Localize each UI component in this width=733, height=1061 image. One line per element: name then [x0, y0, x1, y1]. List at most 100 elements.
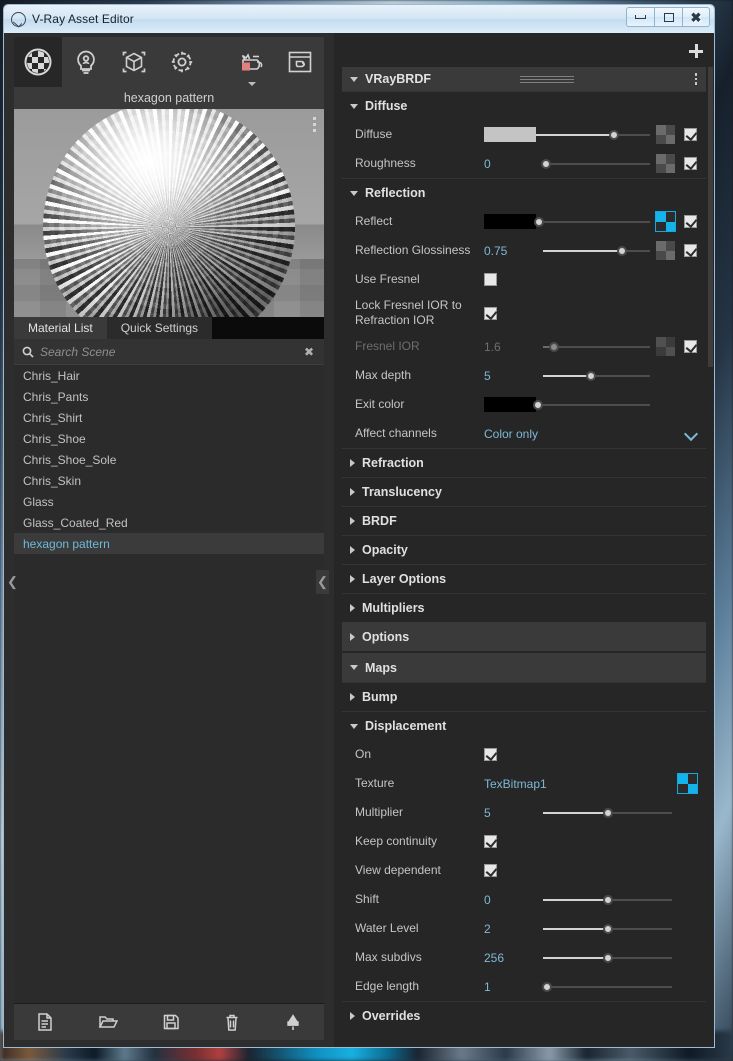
texture-slot-reflect[interactable] — [655, 211, 676, 232]
chevron-right-icon[interactable] — [350, 575, 355, 583]
scrollbar-thumb[interactable] — [708, 67, 713, 367]
brdf-header[interactable]: VRayBRDF — [342, 67, 706, 91]
chevron-down-icon[interactable] — [350, 76, 358, 82]
toolbar-item-settings[interactable] — [158, 37, 206, 87]
enable-checkbox-roughness[interactable] — [684, 157, 697, 170]
enable-checkbox-fresnel-ior[interactable] — [684, 340, 697, 353]
texture-slot-reflection-glossiness[interactable] — [656, 241, 675, 260]
chevron-left-icon-divider[interactable]: ❮ — [316, 570, 329, 594]
slider-water-level[interactable] — [543, 922, 672, 936]
list-item[interactable]: Chris_Hair — [14, 365, 324, 386]
slider-roughness[interactable] — [541, 157, 650, 171]
property-value[interactable]: 0 — [484, 893, 543, 907]
texture-link[interactable]: TexBitmap1 — [484, 777, 547, 791]
chevron-right-icon[interactable] — [350, 604, 355, 612]
enable-checkbox-reflection-glossiness[interactable] — [684, 244, 697, 257]
trash-icon[interactable] — [224, 1013, 240, 1032]
slider-max-subdivs[interactable] — [543, 951, 672, 965]
list-item[interactable]: Chris_Shirt — [14, 407, 324, 428]
chevron-down-icon-affect-channels[interactable] — [685, 428, 697, 440]
checkbox-view-dependent[interactable] — [484, 864, 497, 877]
tab-quick-settings[interactable]: Quick Settings — [106, 317, 213, 339]
preview-menu-icon[interactable] — [313, 117, 316, 132]
texture-slot-displacement[interactable] — [677, 773, 698, 794]
toolbar-item-materials[interactable] — [14, 37, 62, 87]
property-value[interactable]: 0 — [484, 157, 543, 171]
slider-shift[interactable] — [543, 893, 672, 907]
list-item[interactable]: Chris_Shoe_Sole — [14, 449, 324, 470]
section-header-maps[interactable]: Maps — [342, 653, 706, 682]
slider-multiplier[interactable] — [543, 806, 672, 820]
section-header-displacement[interactable]: Displacement — [342, 711, 706, 740]
clear-x-icon[interactable]: ✖ — [304, 346, 314, 358]
vertical-dots-icon[interactable] — [694, 73, 697, 85]
properties-scroll-area[interactable]: Diffuse Diffuse Roughness 0 Reflection R… — [334, 91, 714, 1047]
property-value[interactable]: 0.75 — [484, 244, 543, 258]
checkbox-keep-continuity[interactable] — [484, 835, 497, 848]
slider-diffuse[interactable] — [536, 128, 650, 142]
texture-slot-roughness[interactable] — [656, 154, 675, 173]
toolbar-item-lights[interactable] — [62, 37, 110, 87]
properties-scrollbar[interactable] — [708, 67, 713, 1045]
color-swatch-reflect[interactable] — [484, 214, 536, 229]
section-header-brdf[interactable]: BRDF — [342, 506, 706, 535]
list-item[interactable]: Chris_Pants — [14, 386, 324, 407]
toolbar-item-render-preview[interactable] — [228, 37, 276, 87]
section-header-options[interactable]: Options — [342, 622, 706, 651]
property-value[interactable]: 5 — [484, 806, 543, 820]
search-input[interactable] — [40, 344, 304, 359]
color-swatch-diffuse[interactable] — [484, 127, 536, 142]
chevron-right-icon[interactable] — [350, 459, 355, 467]
chevron-right-icon[interactable] — [350, 488, 355, 496]
material-list[interactable]: Chris_Hair Chris_Pants Chris_Shirt Chris… — [14, 365, 324, 1004]
property-value[interactable]: 2 — [484, 922, 543, 936]
close-button[interactable]: ✖ — [682, 7, 710, 27]
section-header-multipliers[interactable]: Multipliers — [342, 593, 706, 622]
section-header-translucency[interactable]: Translucency — [342, 477, 706, 506]
list-item-selected[interactable]: hexagon pattern — [14, 533, 324, 554]
chevron-down-icon[interactable] — [350, 723, 358, 729]
section-header-diffuse[interactable]: Diffuse — [342, 91, 706, 120]
chevron-right-icon[interactable] — [350, 517, 355, 525]
chevron-right-icon[interactable] — [350, 546, 355, 554]
checkbox-displacement-on[interactable] — [484, 748, 497, 761]
slider-exit-color[interactable] — [533, 398, 650, 412]
drag-grip-icon[interactable] — [520, 76, 574, 83]
chevron-down-icon[interactable] — [350, 190, 358, 196]
dropdown-value-affect-channels[interactable]: Color only — [484, 427, 538, 441]
chevron-right-icon[interactable] — [350, 693, 355, 701]
add-layer-button[interactable] — [689, 44, 703, 58]
tab-material-list[interactable]: Material List — [14, 317, 107, 339]
section-header-refraction[interactable]: Refraction — [342, 448, 706, 477]
enable-checkbox-diffuse[interactable] — [684, 128, 697, 141]
list-item[interactable]: Glass_Coated_Red — [14, 512, 324, 533]
slider-edge-length[interactable] — [541, 980, 672, 994]
chevron-left-icon-outer[interactable]: ❮ — [6, 570, 19, 594]
color-swatch-exit-color[interactable] — [484, 397, 536, 412]
folder-open-icon[interactable] — [98, 1013, 118, 1031]
section-header-layer-options[interactable]: Layer Options — [342, 564, 706, 593]
checkbox-use-fresnel[interactable] — [484, 273, 497, 286]
slider-reflection-glossiness[interactable] — [543, 244, 650, 258]
toolbar-item-geometry[interactable] — [110, 37, 158, 87]
material-preview-render[interactable] — [14, 109, 324, 317]
section-header-bump[interactable]: Bump — [342, 682, 706, 711]
list-item[interactable]: Chris_Skin — [14, 470, 324, 491]
chevron-down-icon[interactable] — [350, 665, 358, 670]
property-value[interactable]: 256 — [484, 951, 543, 965]
enable-checkbox-reflect[interactable] — [684, 215, 697, 228]
list-item[interactable]: Chris_Shoe — [14, 428, 324, 449]
document-icon[interactable] — [36, 1012, 54, 1032]
maximize-button[interactable] — [654, 7, 682, 27]
slider-max-depth[interactable] — [543, 369, 650, 383]
list-item[interactable]: Glass — [14, 491, 324, 512]
chevron-down-icon[interactable] — [350, 103, 358, 109]
section-header-overrides[interactable]: Overrides — [342, 1001, 706, 1030]
slider-reflect[interactable] — [534, 215, 650, 229]
minimize-button[interactable] — [626, 7, 654, 27]
section-header-opacity[interactable]: Opacity — [342, 535, 706, 564]
texture-slot-fresnel-ior[interactable] — [656, 337, 675, 356]
chevron-right-icon[interactable] — [350, 632, 355, 641]
purge-icon[interactable] — [284, 1013, 302, 1032]
chevron-right-icon[interactable] — [350, 1012, 355, 1020]
